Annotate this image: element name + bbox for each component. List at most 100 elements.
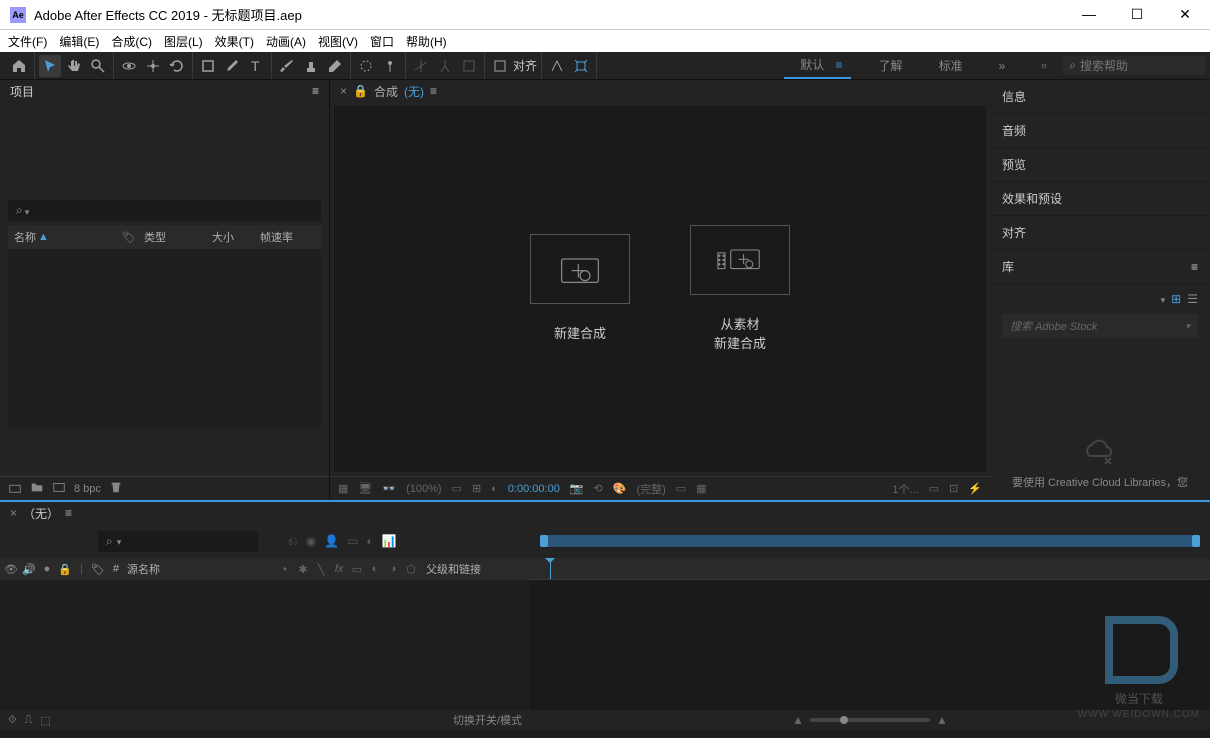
- pen-tool[interactable]: [221, 55, 243, 77]
- resolution-dropdown[interactable]: (完整): [636, 481, 665, 497]
- comp-panel-menu[interactable]: [430, 84, 437, 98]
- bit-depth-toggle[interactable]: 8 bpc: [74, 483, 101, 495]
- work-area-bar[interactable]: [530, 524, 1210, 558]
- motion-blur-switch-icon[interactable]: ◐: [368, 563, 382, 576]
- pan-behind-tool[interactable]: [142, 55, 164, 77]
- transparency-grid-icon[interactable]: ▦: [696, 482, 706, 495]
- menu-help[interactable]: 帮助(H): [406, 33, 447, 50]
- snapping-checkbox[interactable]: [489, 55, 511, 77]
- library-dropdown[interactable]: [1161, 292, 1166, 306]
- snapshot-icon[interactable]: 📷: [570, 482, 584, 495]
- time-ruler[interactable]: [530, 558, 1210, 580]
- zoom-dropdown[interactable]: (100%): [406, 483, 441, 495]
- alpha-toggle-icon[interactable]: ▦: [338, 482, 348, 495]
- column-name[interactable]: 名称: [14, 229, 36, 245]
- audio-panel[interactable]: 音频: [990, 114, 1210, 148]
- delete-icon[interactable]: [109, 480, 123, 497]
- world-axis-mode[interactable]: [434, 55, 456, 77]
- workspace-settings-icon[interactable]: [1033, 55, 1055, 77]
- timeline-close-tab[interactable]: ×: [10, 506, 17, 520]
- 3d-view-dropdown[interactable]: 1个...: [892, 481, 918, 497]
- show-snapshot-icon[interactable]: ⟲: [594, 482, 603, 495]
- current-time[interactable]: 0:00:00:00: [508, 483, 560, 495]
- column-frame-rate[interactable]: 帧速率: [260, 229, 293, 245]
- project-panel-menu[interactable]: [312, 84, 319, 98]
- preview-panel[interactable]: 预览: [990, 148, 1210, 182]
- toggle-switches-icon[interactable]: ⟐: [8, 714, 17, 727]
- puppet-pin-tool[interactable]: [379, 55, 401, 77]
- menu-effect[interactable]: 效果(T): [215, 33, 254, 50]
- display-icon[interactable]: 🖥: [358, 482, 372, 495]
- library-search[interactable]: 搜索 Adobe Stock: [1002, 314, 1198, 338]
- effects-presets-panel[interactable]: 效果和预设: [990, 182, 1210, 216]
- search-help-input[interactable]: [1080, 59, 1200, 73]
- lock-icon[interactable]: 🔒: [353, 84, 368, 98]
- source-name-column[interactable]: 源名称: [127, 561, 270, 577]
- brush-tool[interactable]: [276, 55, 298, 77]
- roi-icon[interactable]: ▭: [676, 482, 686, 495]
- hand-tool[interactable]: [63, 55, 85, 77]
- interpret-footage-icon[interactable]: [8, 480, 22, 497]
- grid-view-icon[interactable]: ⊞: [1171, 292, 1181, 306]
- lock-column-icon[interactable]: 🔒: [58, 563, 72, 576]
- graph-editor-icon[interactable]: 📊: [382, 534, 397, 549]
- zoom-tool[interactable]: [87, 55, 109, 77]
- shy-switch-icon[interactable]: ⬩: [278, 563, 292, 576]
- new-composition-button[interactable]: 新建合成: [530, 234, 630, 344]
- menu-file[interactable]: 文件(F): [8, 33, 47, 50]
- fx-switch-icon[interactable]: fx: [332, 563, 346, 576]
- menu-edit[interactable]: 编辑(E): [59, 33, 99, 50]
- resolution-icon[interactable]: ▭: [452, 482, 462, 495]
- new-comp-from-footage-button[interactable]: 从素材新建合成: [690, 225, 790, 354]
- selection-tool[interactable]: [39, 55, 61, 77]
- list-view-icon[interactable]: ☰: [1187, 292, 1198, 306]
- project-search-input[interactable]: [29, 204, 313, 218]
- playhead[interactable]: [550, 558, 551, 579]
- info-panel[interactable]: 信息: [990, 80, 1210, 114]
- workspace-standard[interactable]: 标准: [931, 53, 971, 78]
- library-panel-menu[interactable]: [1191, 260, 1198, 274]
- view-axis-mode[interactable]: [458, 55, 480, 77]
- maximize-button[interactable]: ☐: [1122, 6, 1152, 23]
- local-axis-mode[interactable]: [410, 55, 432, 77]
- snap-to-feature-icon[interactable]: [546, 55, 568, 77]
- search-help-box[interactable]: ⌕: [1063, 56, 1206, 75]
- timeline-panel-menu[interactable]: [65, 506, 72, 520]
- expand-icon[interactable]: ⎍: [25, 714, 33, 727]
- minimize-button[interactable]: —: [1074, 6, 1104, 23]
- label-column-icon[interactable]: 🏷: [91, 563, 105, 576]
- home-button[interactable]: [8, 55, 30, 77]
- workspace-learn[interactable]: 了解: [871, 53, 911, 78]
- frame-blend-switch-icon[interactable]: ▭: [350, 563, 364, 576]
- snap-extents-icon[interactable]: [570, 55, 592, 77]
- column-type[interactable]: 类型: [144, 229, 166, 245]
- new-folder-icon[interactable]: [30, 480, 44, 497]
- roto-brush-tool[interactable]: [355, 55, 377, 77]
- close-button[interactable]: ✕: [1170, 6, 1200, 23]
- project-list[interactable]: [8, 249, 321, 429]
- timeline-search[interactable]: ⌕: [98, 531, 258, 552]
- workspace-default[interactable]: 默认 ≡: [784, 52, 850, 79]
- timeline-layer-list[interactable]: [0, 580, 530, 710]
- eraser-tool[interactable]: [324, 55, 346, 77]
- timeline-zoom[interactable]: ▲ ▲: [530, 710, 1210, 730]
- menu-view[interactable]: 视图(V): [318, 33, 358, 50]
- frame-blend-icon[interactable]: ▭: [347, 534, 358, 549]
- solo-column-icon[interactable]: ●: [40, 563, 54, 576]
- orbit-camera-tool[interactable]: [118, 55, 140, 77]
- 3d-switch-icon[interactable]: ⬡: [404, 563, 418, 576]
- clone-stamp-tool[interactable]: [300, 55, 322, 77]
- shy-icon[interactable]: 👤: [324, 534, 339, 549]
- render-queue-icon[interactable]: ⬚: [40, 714, 50, 727]
- grid-icon[interactable]: ⊞: [472, 482, 481, 495]
- timeline-canvas[interactable]: [530, 580, 1210, 710]
- menu-animation[interactable]: 动画(A): [266, 33, 306, 50]
- switch-mode-button[interactable]: 切换开关/模式: [453, 712, 522, 728]
- audio-column-icon[interactable]: 🔊: [22, 563, 36, 576]
- fast-preview-icon[interactable]: ⚡: [968, 482, 982, 495]
- draft-3d-icon[interactable]: ◉: [306, 534, 316, 549]
- parent-link-column[interactable]: 父级和链接: [426, 561, 526, 577]
- menu-window[interactable]: 窗口: [370, 33, 394, 50]
- rotate-tool[interactable]: [166, 55, 188, 77]
- tag-icon[interactable]: 🏷: [122, 231, 136, 244]
